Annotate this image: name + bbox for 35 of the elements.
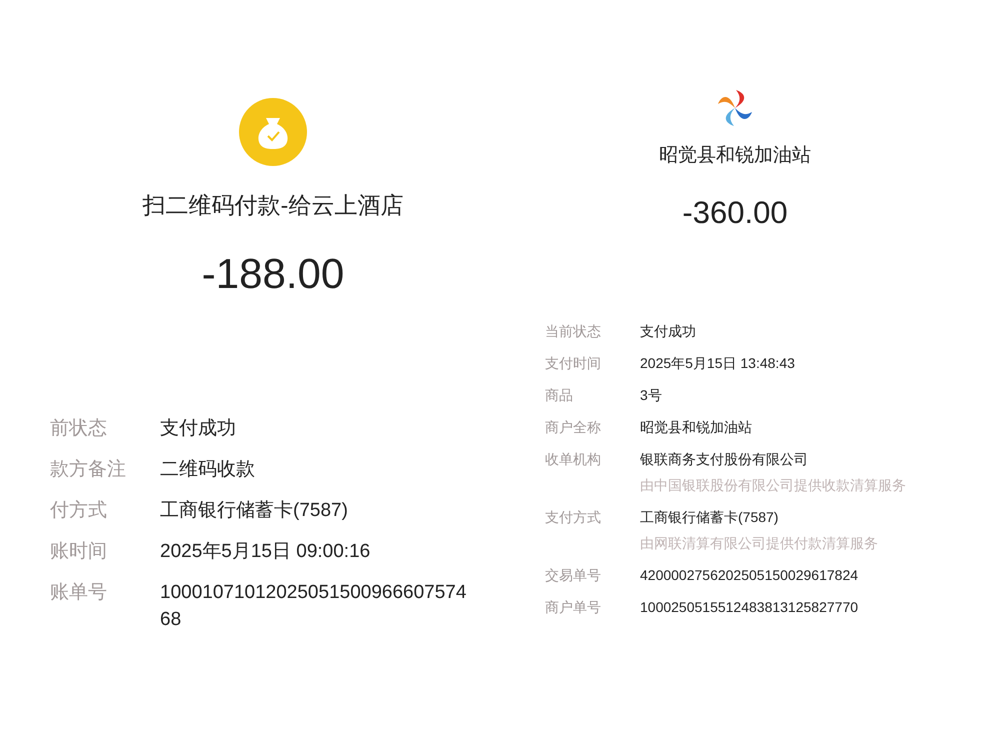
detail-value: 1000250515512483813125827770 [640,598,860,616]
detail-value: 支付成功 [160,416,236,440]
payee-title: 扫二维码付款-给云上酒店 [142,191,404,220]
detail-label: 商品 [545,386,574,404]
detail-value: 68 [160,608,182,632]
detail-value: 银联商务支付股份有限公司 [640,450,809,468]
detail-label: 收单机构 [545,450,602,468]
detail-value: 2025年5月15日 13:48:43 [640,354,796,372]
detail-label: 交易单号 [545,566,602,584]
detail-value: 工商银行储蓄卡(7587) [640,508,780,527]
detail-label: 支付时间 [545,354,602,372]
detail-value: 二维码收款 [160,458,255,482]
detail-note: 由中国银联股份有限公司提供收款清算服务 [640,476,907,494]
amount: -188.00 [202,252,344,294]
detail-label: 商户单号 [545,598,602,616]
detail-label: 款方备注 [50,458,127,482]
detail-label: 付方式 [50,498,108,522]
detail-value: 3号 [640,386,663,404]
detail-value: 支付成功 [640,322,697,340]
detail-value: 昭觉县和锐加油站 [640,418,753,436]
detail-note: 由网联清算有限公司提供付款清算服务 [640,534,879,552]
money-bag-icon [239,98,307,166]
merchant-title: 昭觉县和锐加油站 [659,144,811,168]
detail-label: 账单号 [50,580,108,604]
detail-value: 工商银行储蓄卡(7587) [160,498,348,522]
detail-label: 账时间 [50,540,108,564]
logo-icon [715,88,755,128]
detail-value: 10001071012025051500966607574 [160,580,466,604]
detail-label: 当前状态 [545,322,602,340]
detail-label: 前状态 [50,416,108,440]
amount: -360.00 [682,196,788,228]
detail-value: 4200002756202505150029617824 [640,566,860,584]
detail-label: 支付方式 [545,508,602,526]
detail-label: 商户全称 [545,418,602,436]
detail-value: 2025年5月15日 09:00:16 [160,540,370,564]
